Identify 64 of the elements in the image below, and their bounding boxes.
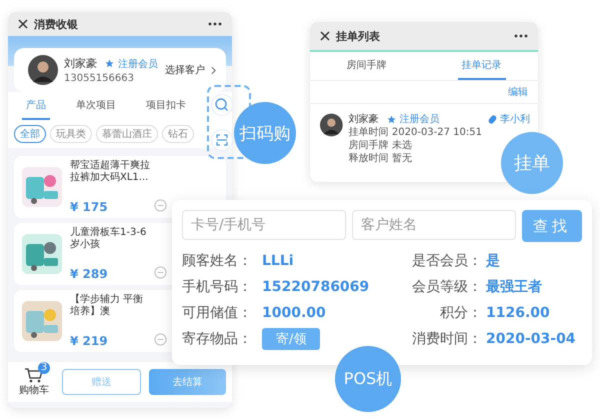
close-icon[interactable] [320, 31, 330, 41]
tab[interactable]: 挂单记录 [458, 52, 506, 80]
tab[interactable]: 项目扣卡 [142, 92, 190, 120]
scan-icon[interactable] [211, 128, 233, 150]
deposit-button[interactable]: 寄/领 [262, 328, 320, 350]
customer-phone: 13055156663 [64, 73, 135, 84]
search-button[interactable]: 查找 [522, 210, 582, 242]
product-price: ¥ 219 [70, 334, 109, 348]
avatar [28, 55, 58, 85]
pos-badge: POS机 [335, 346, 401, 412]
close-icon[interactable] [18, 19, 28, 29]
customer-name: 刘家豪 [348, 112, 379, 126]
field-label: 积分： [439, 304, 483, 322]
checkout-button[interactable]: 去结算 [149, 369, 226, 395]
tab[interactable]: 单次项目 [72, 92, 120, 120]
field-value: 1000.00 [262, 305, 326, 321]
member-label: 注册会员 [400, 112, 440, 126]
cart-count-badge: 3 [38, 362, 50, 374]
select-customer-link[interactable]: 选择客户 [165, 63, 205, 77]
chevron-icon [211, 66, 216, 74]
window-title: 挂单列表 [336, 28, 381, 44]
more-icon[interactable] [514, 34, 528, 38]
field-value: 最强王者 [486, 278, 542, 296]
field-label: 手机号码： [182, 278, 253, 296]
category-chip[interactable]: 钻石 [162, 125, 194, 143]
category-chip[interactable]: 慕蕾山酒庄 [96, 125, 158, 143]
member-label: 注册会员 [118, 58, 158, 70]
field-label: 可用储值： [182, 304, 253, 322]
star-icon [105, 59, 114, 68]
customer-name: 刘家豪 [64, 56, 97, 71]
edit-link[interactable]: 编辑 [508, 85, 528, 99]
input-field[interactable]: 卡号/手机号 [182, 210, 346, 240]
window-title: 消费收银 [34, 16, 79, 32]
field-label: 消费时间： [411, 330, 483, 348]
record-detail: 房间手牌 未选 [348, 140, 413, 152]
gift-button[interactable]: 赠送 [62, 369, 141, 395]
search-icon[interactable] [211, 94, 233, 116]
category-chip[interactable]: 全部 [14, 125, 46, 143]
product-price: ¥ 289 [70, 267, 109, 281]
staff-name: 李小利 [500, 112, 530, 126]
field-value: LLLi [262, 253, 294, 269]
product-title: 帮宝适超薄干爽拉拉裤加大码XL1... [70, 160, 150, 184]
star-icon [386, 114, 396, 124]
cart-label: 购物车 [19, 384, 49, 397]
record-detail: 挂单时间 2020-03-27 10:51 [348, 127, 482, 139]
avatar [320, 112, 343, 138]
field-value: 1126.00 [486, 305, 550, 321]
field-value: 2020-03-04 [486, 331, 576, 347]
field-label: 是否会员： [411, 252, 483, 270]
tab[interactable]: 房间手牌 [342, 52, 390, 80]
field-value: 是 [486, 252, 500, 270]
field-label: 顾客姓名： [182, 252, 253, 270]
input-field[interactable]: 客户姓名 [352, 210, 516, 240]
record-detail: 释放时间 暂无 [348, 153, 413, 165]
more-icon[interactable] [208, 22, 222, 26]
product-title: 儿童滑板车1-3-6岁小孩 [70, 227, 148, 251]
hold-order-badge: 挂单 [501, 132, 563, 194]
field-label: 寄存物品： [182, 330, 253, 348]
field-label: 会员等级： [411, 278, 483, 296]
product-price: ¥ 175 [70, 200, 109, 214]
field-value: 15220786069 [262, 279, 370, 295]
product-title: 【学步辅力 平衡培养】澳 [70, 294, 144, 318]
scan-purchase-badge: 扫码购 [234, 102, 296, 164]
category-chip[interactable]: 玩具类 [50, 125, 92, 143]
